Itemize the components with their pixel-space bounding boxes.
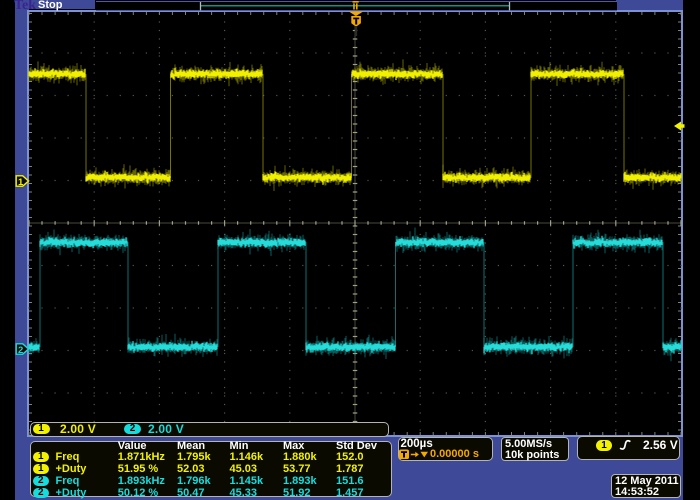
svg-text:1: 1 xyxy=(18,177,24,188)
svg-text:2: 2 xyxy=(18,345,23,356)
